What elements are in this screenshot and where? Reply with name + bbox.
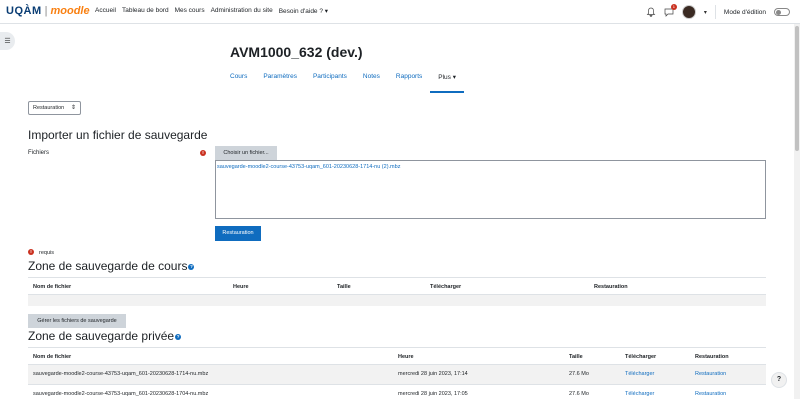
nav-administration[interactable]: Administration du site: [211, 7, 273, 15]
row-size: 27.6 Mo: [569, 391, 589, 397]
selected-file-link[interactable]: sauvegarde-moodle2-course-43753-uqam_601…: [217, 164, 400, 170]
tab-parametres[interactable]: Paramètres: [255, 73, 305, 93]
files-label: Fichiers: [28, 150, 50, 156]
row-size: 27.6 Mo: [569, 371, 589, 377]
table-row: [28, 295, 766, 306]
message-icon[interactable]: 1: [664, 4, 677, 17]
top-navbar: UQÀM | moodle Accueil Tableau de bord Me…: [0, 0, 800, 24]
action-select[interactable]: Restauration ⇕: [28, 101, 81, 115]
help-button[interactable]: ?: [771, 372, 787, 388]
nav-besoin-aide[interactable]: Besoin d'aide ? ▾: [279, 7, 328, 15]
table-row: sauvegarde-moodle2-course-43753-uqam_601…: [28, 365, 766, 385]
col-restore: Restauration: [695, 354, 729, 360]
table-row: sauvegarde-moodle2-course-43753-uqam_601…: [28, 385, 766, 399]
course-tabs: Cours Paramètres Participants Notes Rapp…: [222, 73, 464, 93]
row-filename: sauvegarde-moodle2-course-43753-uqam_601…: [33, 391, 209, 397]
nav-mes-cours[interactable]: Mes cours: [175, 7, 205, 15]
divider: [714, 5, 716, 19]
private-backup-heading-text: Zone de sauvegarde privée: [28, 329, 175, 343]
nav-accueil[interactable]: Accueil: [95, 7, 116, 15]
action-select-value: Restauration: [33, 105, 65, 111]
required-legend: requis: [39, 250, 54, 256]
required-icon: !: [200, 150, 206, 156]
tab-participants[interactable]: Participants: [305, 73, 355, 93]
col-size: Taille: [569, 354, 583, 360]
tab-notes[interactable]: Notes: [355, 73, 388, 93]
col-time: Heure: [398, 354, 414, 360]
site-logo[interactable]: UQÀM | moodle: [6, 5, 90, 17]
required-icon: !: [28, 249, 34, 255]
col-filename: Nom de fichier: [33, 284, 72, 290]
private-backup-heading: Zone de sauvegarde privée?: [28, 329, 182, 343]
scrollbar-thumb[interactable]: [795, 26, 799, 151]
chevron-down-icon[interactable]: ▾: [704, 9, 707, 16]
moodle-logo-text: moodle: [50, 5, 90, 17]
col-size: Taille: [337, 284, 351, 290]
file-dropzone[interactable]: sauvegarde-moodle2-course-43753-uqam_601…: [215, 160, 766, 219]
restore-link[interactable]: Restauration: [695, 371, 726, 377]
choose-file-button[interactable]: Choisir un fichier...: [215, 146, 277, 160]
col-restore: Restauration: [594, 284, 628, 290]
course-backup-heading-text: Zone de sauvegarde de cours: [28, 259, 188, 273]
help-icon[interactable]: ?: [175, 333, 182, 340]
edit-mode-label: Mode d'édition: [723, 8, 766, 16]
logo-separator: |: [44, 5, 48, 17]
row-time: mercredi 28 juin 2023, 17:14: [398, 371, 468, 377]
uqam-logo-text: UQÀM: [6, 5, 42, 17]
course-backup-heading: Zone de sauvegarde de cours?: [28, 259, 195, 273]
sort-arrows-icon: ⇕: [70, 105, 76, 111]
bell-icon[interactable]: [646, 7, 656, 17]
course-backup-table: Nom de fichier Heure Taille Télécharger …: [28, 277, 766, 306]
tab-rapports[interactable]: Rapports: [388, 73, 430, 93]
page-title: AVM1000_632 (dev.): [230, 44, 363, 60]
table-header: Nom de fichier Heure Taille Télécharger …: [28, 347, 766, 365]
edit-mode-toggle[interactable]: [774, 8, 790, 16]
col-time: Heure: [233, 284, 249, 290]
tab-cours[interactable]: Cours: [222, 73, 255, 93]
col-download: Télécharger: [430, 284, 462, 290]
drawer-toggle-button[interactable]: ☰: [0, 32, 15, 50]
list-icon: ☰: [4, 38, 11, 45]
tab-plus[interactable]: Plus ▾: [430, 73, 464, 93]
import-heading: Importer un fichier de sauvegarde: [28, 128, 208, 142]
restore-link[interactable]: Restauration: [695, 391, 726, 397]
table-header: Nom de fichier Heure Taille Télécharger …: [28, 277, 766, 295]
manage-backups-button[interactable]: Gérer les fichiers de sauvegarde: [28, 314, 126, 328]
col-filename: Nom de fichier: [33, 354, 72, 360]
private-backup-table: Nom de fichier Heure Taille Télécharger …: [28, 347, 766, 399]
notification-badge: 1: [670, 4, 677, 10]
primary-nav: Accueil Tableau de bord Mes cours Admini…: [95, 7, 328, 15]
download-link[interactable]: Télécharger: [625, 391, 654, 397]
nav-tableau-de-bord[interactable]: Tableau de bord: [122, 7, 169, 15]
row-filename: sauvegarde-moodle2-course-43753-uqam_601…: [33, 371, 209, 377]
restore-button[interactable]: Restauration: [215, 226, 261, 241]
row-time: mercredi 28 juin 2023, 17:05: [398, 391, 468, 397]
download-link[interactable]: Télécharger: [625, 371, 654, 377]
avatar[interactable]: [681, 5, 696, 19]
user-nav: 1 ▾ Mode d'édition: [646, 4, 790, 19]
help-icon[interactable]: ?: [188, 263, 195, 270]
col-download: Télécharger: [625, 354, 657, 360]
